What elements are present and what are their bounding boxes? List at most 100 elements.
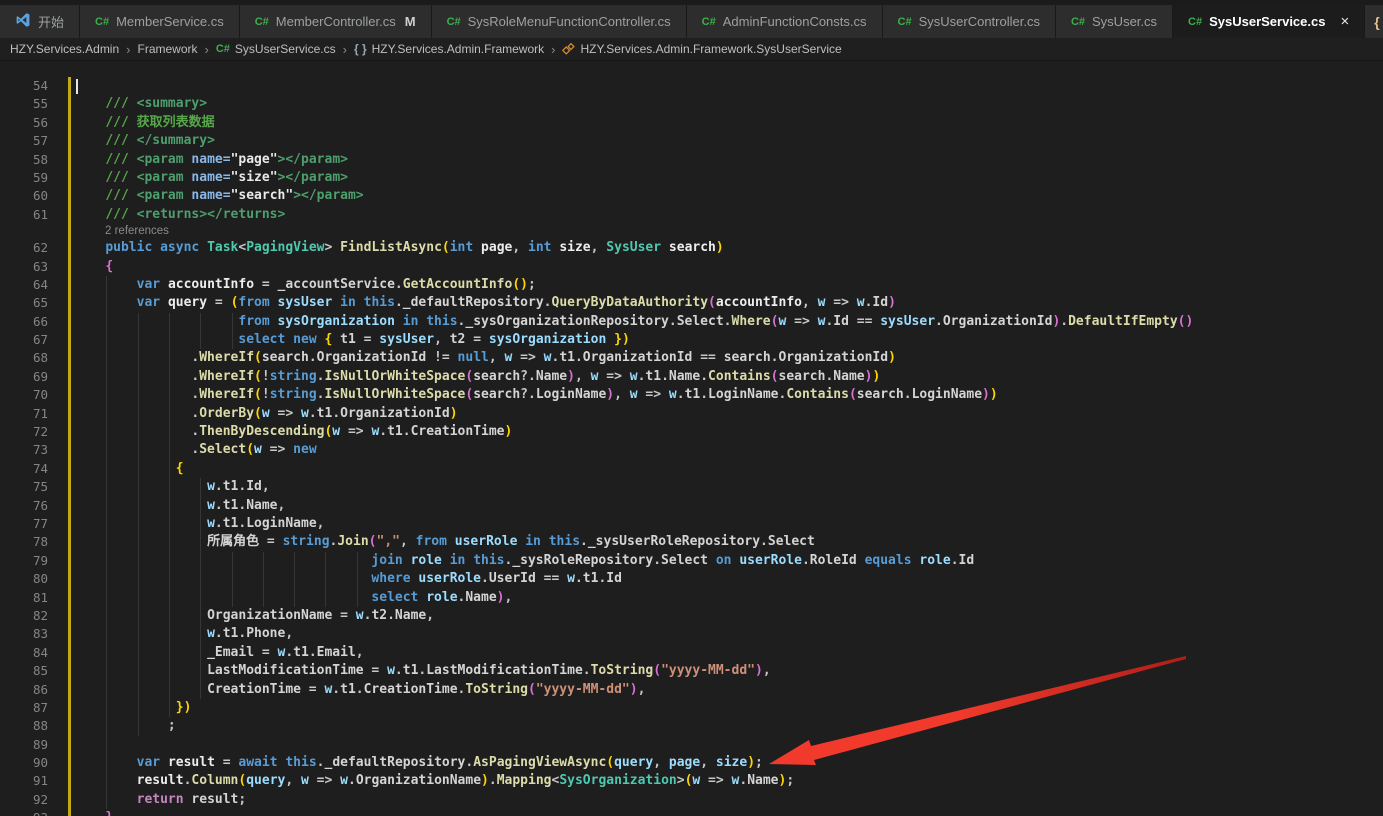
line-number: 83 <box>0 625 48 643</box>
tab--[interactable]: 开始 <box>0 5 80 38</box>
indent-guide <box>200 313 201 331</box>
code-text: _Email = w.t1.Email, <box>74 644 1383 662</box>
modified-lines-indicator <box>48 114 74 132</box>
tab-partial[interactable]: { <box>1365 5 1383 38</box>
vs-logo-icon <box>15 12 31 31</box>
indent-guide <box>138 533 139 551</box>
indent-guide <box>169 497 170 515</box>
indent-guide <box>106 533 107 551</box>
modified-lines-indicator <box>48 132 74 150</box>
indent-guide <box>138 441 139 459</box>
modified-lines-indicator <box>48 681 74 699</box>
breadcrumb-item[interactable]: { } HZY.Services.Admin.Framework <box>354 42 544 56</box>
indent-guide <box>169 662 170 680</box>
code-line: 69 .WhereIf(!string.IsNullOrWhiteSpace(s… <box>0 368 1383 386</box>
line-number: 55 <box>0 95 48 113</box>
modified-lines-indicator <box>48 552 74 570</box>
indent-guide <box>200 515 201 533</box>
line-number: 92 <box>0 791 48 809</box>
breadcrumb-item[interactable]: HZY.Services.Admin <box>10 42 119 56</box>
indent-guide <box>138 497 139 515</box>
tab-MemberController-cs[interactable]: C#MemberController.csM <box>240 5 432 38</box>
code-text: /// <param name="search"></param> <box>74 187 1383 205</box>
modified-lines-indicator <box>48 405 74 423</box>
braces-icon: { } <box>354 42 367 56</box>
indent-guide <box>106 644 107 662</box>
tab-SysUserService-cs[interactable]: C#SysUserService.cs× <box>1173 5 1365 38</box>
line-number: 58 <box>0 151 48 169</box>
line-number: 86 <box>0 681 48 699</box>
tab-SysUserController-cs[interactable]: C#SysUserController.cs <box>883 5 1056 38</box>
code-editor[interactable]: 5455 /// <summary>56 /// 获取列表数据57 /// </… <box>0 61 1383 816</box>
line-number: 91 <box>0 772 48 790</box>
indent-guide <box>169 441 170 459</box>
modified-lines-indicator <box>48 754 74 772</box>
breadcrumb-separator: › <box>551 42 555 57</box>
code-text: 所属角色 = string.Join(",", from userRole in… <box>74 533 1383 551</box>
code-line: 54 <box>0 77 1383 95</box>
code-text: public async Task<PagingView> FindListAs… <box>74 239 1383 257</box>
tab-MemberService-cs[interactable]: C#MemberService.cs <box>80 5 240 38</box>
modified-lines-indicator <box>48 77 74 95</box>
code-line: 78 所属角色 = string.Join(",", from userRole… <box>0 533 1383 551</box>
tab-label: MemberController.cs <box>276 14 396 29</box>
code-line: 93 } <box>0 809 1383 816</box>
indent-guide <box>200 681 201 699</box>
code-line: 89 <box>0 736 1383 754</box>
code-text: select role.Name), <box>74 589 1383 607</box>
code-line: 60 /// <param name="search"></param> <box>0 187 1383 205</box>
code-line: 90 var result = await this._defaultRepos… <box>0 754 1383 772</box>
codelens-references[interactable]: 2 references <box>105 224 169 239</box>
indent-guide <box>106 589 107 607</box>
code-text: .ThenByDescending(w => w.t1.CreationTime… <box>74 423 1383 441</box>
modified-lines-indicator <box>48 478 74 496</box>
indent-guide <box>106 441 107 459</box>
line-number: 64 <box>0 276 48 294</box>
tab-SysRoleMenuFunctionController-cs[interactable]: C#SysRoleMenuFunctionController.cs <box>432 5 687 38</box>
code-line: 82 OrganizationName = w.t2.Name, <box>0 607 1383 625</box>
modified-lines-indicator <box>48 644 74 662</box>
indent-guide <box>169 478 170 496</box>
code-line: 83 w.t1.Phone, <box>0 625 1383 643</box>
indent-guide <box>169 699 170 717</box>
indent-guide <box>169 423 170 441</box>
indent-guide <box>106 607 107 625</box>
line-number: 78 <box>0 533 48 551</box>
breadcrumb-item[interactable]: C#SysUserService.cs <box>216 42 336 56</box>
indent-guide <box>106 423 107 441</box>
code-line: 62 public async Task<PagingView> FindLis… <box>0 239 1383 257</box>
indent-guide <box>169 331 170 349</box>
code-text: w.t1.Id, <box>74 478 1383 496</box>
code-line: 55 /// <summary> <box>0 95 1383 113</box>
tab-AdminFunctionConsts-cs[interactable]: C#AdminFunctionConsts.cs <box>687 5 883 38</box>
code-text: LastModificationTime = w.t1.LastModifica… <box>74 662 1383 680</box>
modified-lines-indicator <box>48 169 74 187</box>
line-number: 63 <box>0 258 48 276</box>
code-line: 92 return result; <box>0 791 1383 809</box>
indent-guide <box>138 368 139 386</box>
modified-lines-indicator <box>48 258 74 276</box>
code-text: var result = await this._defaultReposito… <box>74 754 1383 772</box>
breadcrumb-item[interactable]: HZY.Services.Admin.Framework.SysUserServ… <box>562 42 841 56</box>
code-text: .WhereIf(!string.IsNullOrWhiteSpace(sear… <box>74 368 1383 386</box>
indent-guide <box>106 736 107 754</box>
modified-lines-indicator <box>48 313 74 331</box>
indent-guide <box>138 331 139 349</box>
indent-guide <box>200 533 201 551</box>
indent-guide <box>169 589 170 607</box>
tab-SysUser-cs[interactable]: C#SysUser.cs <box>1056 5 1173 38</box>
code-line: 75 w.t1.Id, <box>0 478 1383 496</box>
code-line: 91 result.Column(query, w => w.Organizat… <box>0 772 1383 790</box>
indent-guide <box>232 570 233 588</box>
indent-guide <box>200 607 201 625</box>
indent-guide <box>169 681 170 699</box>
modified-lines-indicator <box>48 699 74 717</box>
indent-guide <box>138 699 139 717</box>
breadcrumb-item[interactable]: Framework <box>138 42 198 56</box>
indent-guide <box>200 589 201 607</box>
indent-guide <box>294 570 295 588</box>
tab-close-icon[interactable]: × <box>1340 13 1349 30</box>
code-text: { <box>74 460 1383 478</box>
indent-guide <box>169 625 170 643</box>
breadcrumb-label: HZY.Services.Admin.Framework <box>372 42 545 56</box>
